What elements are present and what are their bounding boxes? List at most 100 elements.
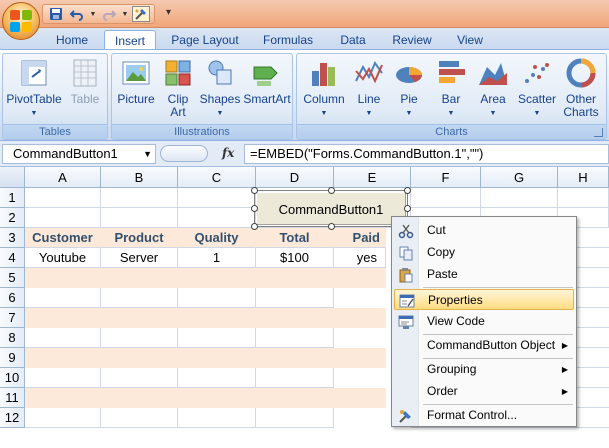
insert-function-icon[interactable]: fx bbox=[222, 146, 234, 160]
header-cell-paid[interactable]: Paid bbox=[334, 228, 386, 248]
cell[interactable] bbox=[25, 408, 101, 428]
office-button[interactable] bbox=[2, 2, 40, 40]
cell[interactable] bbox=[101, 368, 178, 388]
scatter-chart-button[interactable]: Scatter ▼ bbox=[515, 57, 559, 120]
cell[interactable] bbox=[25, 208, 101, 228]
row-header-3[interactable]: 3 bbox=[0, 228, 25, 248]
cell[interactable] bbox=[101, 328, 178, 348]
customize-qat-icon[interactable]: ▾ bbox=[166, 7, 171, 18]
area-chart-button[interactable]: Area ▼ bbox=[473, 57, 513, 120]
column-header-d[interactable]: D bbox=[256, 167, 334, 188]
tab-formulas[interactable]: Formulas bbox=[254, 32, 322, 50]
row-header-8[interactable]: 8 bbox=[0, 328, 25, 348]
cell[interactable] bbox=[481, 188, 558, 208]
cell-quality[interactable]: 1 bbox=[178, 248, 256, 268]
resize-handle-n[interactable] bbox=[328, 187, 335, 194]
line-chart-button[interactable]: Line ▼ bbox=[349, 57, 389, 120]
column-header-f[interactable]: F bbox=[411, 167, 481, 188]
design-mode-icon[interactable] bbox=[132, 6, 150, 22]
cell[interactable] bbox=[25, 288, 101, 308]
pie-chart-button[interactable]: Pie ▼ bbox=[391, 57, 427, 120]
menu-item-view-code[interactable]: View Code bbox=[394, 311, 574, 332]
cell[interactable] bbox=[101, 208, 178, 228]
row-header-1[interactable]: 1 bbox=[0, 188, 25, 208]
column-header-g[interactable]: G bbox=[481, 167, 558, 188]
column-header-c[interactable]: C bbox=[178, 167, 256, 188]
command-button[interactable]: CommandButton1 bbox=[256, 192, 406, 225]
tab-home[interactable]: Home bbox=[48, 32, 96, 50]
cell[interactable] bbox=[178, 328, 256, 348]
tab-data[interactable]: Data bbox=[332, 32, 374, 50]
menu-item-format-control[interactable]: Format Control... bbox=[394, 405, 574, 426]
cell[interactable] bbox=[256, 288, 334, 308]
menu-item-order[interactable]: Order ▶ bbox=[394, 381, 574, 402]
clip-art-button[interactable]: Clip Art bbox=[160, 57, 196, 119]
cell[interactable] bbox=[178, 208, 256, 228]
cell[interactable] bbox=[256, 368, 334, 388]
charts-dialog-launcher-icon[interactable] bbox=[594, 128, 603, 137]
cell[interactable] bbox=[25, 368, 101, 388]
cell[interactable] bbox=[256, 408, 334, 428]
resize-handle-sw[interactable] bbox=[251, 223, 258, 230]
row-header-11[interactable]: 11 bbox=[0, 388, 25, 408]
menu-item-grouping[interactable]: Grouping ▶ bbox=[394, 359, 574, 380]
row-header-10[interactable]: 10 bbox=[0, 368, 25, 388]
formula-input[interactable]: =EMBED("Forms.CommandButton.1","") bbox=[244, 144, 609, 164]
cell[interactable] bbox=[256, 328, 334, 348]
tab-review[interactable]: Review bbox=[384, 32, 440, 50]
menu-item-cut[interactable]: Cut bbox=[394, 220, 574, 241]
picture-button[interactable]: Picture bbox=[114, 57, 158, 106]
row-header-9[interactable]: 9 bbox=[0, 348, 25, 368]
cell[interactable] bbox=[411, 188, 481, 208]
cell[interactable] bbox=[25, 328, 101, 348]
tab-view[interactable]: View bbox=[448, 32, 492, 50]
resize-handle-ne[interactable] bbox=[404, 187, 411, 194]
column-header-h[interactable]: H bbox=[558, 167, 609, 188]
tab-insert[interactable]: Insert bbox=[104, 30, 156, 51]
undo-dropdown-icon[interactable]: ▼ bbox=[89, 11, 97, 18]
resize-handle-s[interactable] bbox=[328, 223, 335, 230]
cell[interactable] bbox=[178, 368, 256, 388]
menu-item-copy[interactable]: Copy bbox=[394, 242, 574, 263]
resize-handle-e[interactable] bbox=[404, 205, 411, 212]
cell[interactable] bbox=[558, 188, 609, 208]
name-box[interactable]: CommandButton1 ▼ bbox=[2, 144, 156, 164]
cell[interactable] bbox=[101, 288, 178, 308]
undo-icon[interactable] bbox=[68, 6, 86, 22]
column-header-e[interactable]: E bbox=[334, 167, 411, 188]
cell[interactable] bbox=[178, 408, 256, 428]
resize-handle-w[interactable] bbox=[251, 205, 258, 212]
column-chart-button[interactable]: Column ▼ bbox=[301, 57, 347, 120]
resize-handle-nw[interactable] bbox=[251, 187, 258, 194]
row-header-5[interactable]: 5 bbox=[0, 268, 25, 288]
cell-product[interactable]: Server bbox=[101, 248, 178, 268]
save-icon[interactable] bbox=[47, 6, 65, 22]
cell[interactable] bbox=[101, 188, 178, 208]
smartart-button[interactable]: SmartArt bbox=[242, 57, 292, 106]
cell-customer[interactable]: Youtube bbox=[25, 248, 101, 268]
cell-paid[interactable]: yes bbox=[334, 248, 386, 268]
header-cell-quality[interactable]: Quality bbox=[178, 228, 256, 248]
cell[interactable] bbox=[101, 408, 178, 428]
cell[interactable] bbox=[25, 188, 101, 208]
header-cell-total[interactable]: Total bbox=[256, 228, 334, 248]
header-cell-customer[interactable]: Customer bbox=[25, 228, 101, 248]
header-cell-product[interactable]: Product bbox=[101, 228, 178, 248]
row-header-4[interactable]: 4 bbox=[0, 248, 25, 268]
cell-total[interactable]: $100 bbox=[256, 248, 334, 268]
cell[interactable] bbox=[178, 288, 256, 308]
cell[interactable] bbox=[178, 188, 256, 208]
column-header-a[interactable]: A bbox=[25, 167, 101, 188]
select-all-corner[interactable] bbox=[0, 167, 25, 188]
menu-item-commandbutton-object[interactable]: CommandButton Object ▶ bbox=[394, 335, 574, 356]
shapes-button[interactable]: Shapes ▼ bbox=[198, 57, 242, 120]
row-header-7[interactable]: 7 bbox=[0, 308, 25, 328]
row-header-12[interactable]: 12 bbox=[0, 408, 25, 428]
menu-item-properties[interactable]: Properties bbox=[394, 289, 574, 310]
row-header-2[interactable]: 2 bbox=[0, 208, 25, 228]
tab-page-layout[interactable]: Page Layout bbox=[164, 32, 246, 50]
pivottable-button[interactable]: PivotTable ▼ bbox=[5, 57, 63, 120]
menu-item-paste[interactable]: Paste bbox=[394, 264, 574, 285]
name-box-dropdown-icon[interactable]: ▼ bbox=[143, 145, 152, 163]
row-header-6[interactable]: 6 bbox=[0, 288, 25, 308]
